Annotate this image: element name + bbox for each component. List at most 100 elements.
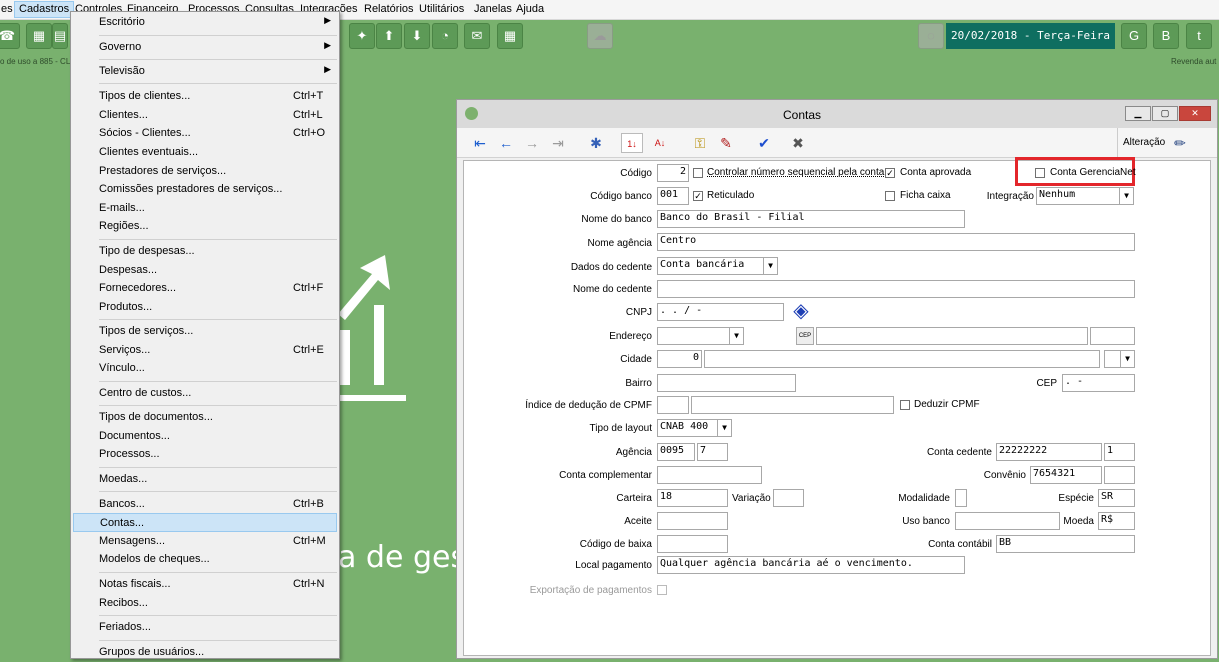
pie-chart-icon[interactable]: ◔ (432, 23, 458, 49)
exportacao-checkbox[interactable] (657, 585, 667, 595)
pencil-icon[interactable]: ✏ (1169, 133, 1191, 153)
menu-tipos-servicos[interactable]: Tipos de serviços... (71, 322, 339, 341)
chevron-down-icon[interactable]: ▼ (1119, 188, 1133, 204)
menu-item-utilitarios[interactable]: Utilitários (419, 3, 464, 15)
aceite-field[interactable] (657, 512, 728, 530)
cep-field[interactable]: . - (1062, 374, 1135, 392)
menu-servicos[interactable]: Serviços... Ctrl+E (71, 341, 339, 360)
menu-vinculo[interactable]: Vínculo... (71, 359, 339, 378)
menu-item-partial[interactable]: es (1, 3, 13, 15)
menu-item-ajuda[interactable]: Ajuda (516, 3, 544, 15)
cep-search-icon[interactable]: CEP (796, 327, 814, 345)
moeda-field[interactable]: R$ (1098, 512, 1135, 530)
endereco-field[interactable] (816, 327, 1088, 345)
chevron-down-icon[interactable]: ▼ (763, 258, 777, 274)
window-titlebar[interactable]: Contas ▁ ▢ ✕ (457, 100, 1217, 128)
piggy-bank-icon[interactable]: ✦ (349, 23, 375, 49)
money-out-icon[interactable]: ⬇ (404, 23, 430, 49)
controlar-checkbox[interactable] (693, 168, 703, 178)
nome-agencia-field[interactable]: Centro (657, 233, 1135, 251)
tipo-layout-select[interactable]: CNAB 400 ▼ (657, 419, 732, 437)
menu-regioes[interactable]: Regiões... (71, 217, 339, 236)
contacts-icon[interactable]: ☎ (0, 23, 20, 49)
cnpj-lookup-icon[interactable]: ◈ (789, 299, 813, 323)
agencia-field[interactable]: 0095 (657, 443, 695, 461)
codigo-field[interactable]: 2 (657, 164, 689, 182)
menu-despesas[interactable]: Despesas... (71, 261, 339, 280)
endereco-type-select[interactable]: ▼ (657, 327, 744, 345)
maximize-icon[interactable]: ▢ (1152, 106, 1178, 121)
calendar-icon[interactable]: ▤ (52, 23, 68, 49)
menu-tipo-despesas[interactable]: Tipo de despesas... (71, 242, 339, 261)
calculator2-icon[interactable]: ▦ (497, 23, 523, 49)
cidade-field[interactable] (704, 350, 1100, 368)
menu-clientes[interactable]: Clientes... Ctrl+L (71, 106, 339, 125)
indice-cpmf-field[interactable] (657, 396, 689, 414)
search-icon[interactable]: ✱ (585, 133, 607, 153)
previous-record-icon[interactable]: ← (495, 133, 517, 153)
cidade-code-field[interactable]: 0 (657, 350, 702, 368)
cancel-icon[interactable]: ✖ (787, 133, 809, 153)
codigo-baixa-field[interactable] (657, 535, 728, 553)
indice-cpmf-desc-field[interactable] (691, 396, 894, 414)
menu-prestadores[interactable]: Prestadores de serviços... (71, 162, 339, 181)
cloud-upload-icon[interactable]: ☁ (587, 23, 613, 49)
ficha-caixa-checkbox[interactable] (885, 191, 895, 201)
dados-cedente-select[interactable]: Conta bancária ▼ (657, 257, 778, 275)
nome-cedente-field[interactable] (657, 280, 1135, 298)
menu-governo[interactable]: Governo ▶ (71, 38, 339, 57)
confirm-icon[interactable]: ✔ (753, 133, 775, 153)
menu-tipos-documentos[interactable]: Tipos de documentos... (71, 408, 339, 427)
menu-processos[interactable]: Processos... (71, 445, 339, 464)
endereco-numero-field[interactable] (1090, 327, 1135, 345)
menu-contas[interactable]: Contas... (73, 513, 337, 532)
carteira-field[interactable]: 18 (657, 489, 728, 507)
menu-bancos[interactable]: Bancos... Ctrl+B (71, 495, 339, 514)
menu-item-cadastros[interactable]: Cadastros (14, 1, 75, 18)
bairro-field[interactable] (657, 374, 796, 392)
conta-complementar-field[interactable] (657, 466, 762, 484)
reticulado-checkbox[interactable]: ✓ (693, 191, 703, 201)
next-record-icon[interactable]: → (521, 133, 543, 153)
menu-centro-custos[interactable]: Centro de custos... (71, 384, 339, 403)
calculator-icon[interactable]: ▦ (26, 23, 52, 49)
chevron-down-icon[interactable]: ▼ (1120, 351, 1134, 367)
first-record-icon[interactable]: ⇤ (469, 133, 491, 153)
menu-emails[interactable]: E-mails... (71, 199, 339, 218)
menu-produtos[interactable]: Produtos... (71, 298, 339, 317)
chevron-down-icon[interactable]: ▼ (717, 420, 731, 436)
modalidade-field[interactable] (955, 489, 967, 507)
menu-moedas[interactable]: Moedas... (71, 470, 339, 489)
minimize-icon[interactable]: ▁ (1125, 106, 1151, 121)
keys-icon[interactable]: ⚿ (689, 133, 711, 153)
conta-contabil-field[interactable]: BB (996, 535, 1135, 553)
google-plus-icon[interactable]: G (1121, 23, 1147, 49)
convenio-field[interactable]: 7654321 (1030, 466, 1102, 484)
menu-notas-fiscais[interactable]: Notas fiscais... Ctrl+N (71, 575, 339, 594)
menu-escritorio[interactable]: Escritório ▶ (71, 13, 339, 32)
chevron-down-icon[interactable]: ▼ (729, 328, 743, 344)
local-pagamento-field[interactable]: Qualquer agência bancária aé o venciment… (657, 556, 965, 574)
twitter-icon[interactable]: t (1186, 23, 1212, 49)
uf-select[interactable]: ▼ (1104, 350, 1135, 368)
conta-aprovada-checkbox[interactable]: ✓ (885, 168, 895, 178)
menu-televisao[interactable]: Televisão ▶ (71, 62, 339, 81)
sort-numeric-icon[interactable]: 1↓ (621, 133, 643, 153)
sort-alpha-icon[interactable]: A↓ (649, 133, 671, 153)
report-icon[interactable]: ✎ (715, 133, 737, 153)
integracao-select[interactable]: Nenhum ▼ (1036, 187, 1134, 205)
deduzir-cpmf-checkbox[interactable] (900, 400, 910, 410)
codigo-banco-field[interactable]: 001 (657, 187, 689, 205)
cnpj-field[interactable]: . . / - (657, 303, 784, 321)
variacao-field[interactable] (773, 489, 804, 507)
menu-grupos-usuarios[interactable]: Grupos de usuários... (71, 643, 339, 662)
menu-clientes-eventuais[interactable]: Clientes eventuais... (71, 143, 339, 162)
menu-socios-clientes[interactable]: Sócios - Clientes... Ctrl+O (71, 124, 339, 143)
menu-feriados[interactable]: Feriados... (71, 618, 339, 637)
conta-cedente-field[interactable]: 22222222 (996, 443, 1102, 461)
agencia-dv-field[interactable]: 7 (697, 443, 728, 461)
last-record-icon[interactable]: ⇥ (547, 133, 569, 153)
menu-item-janelas[interactable]: Janelas (474, 3, 512, 15)
menu-modelos-cheques[interactable]: Modelos de cheques... (71, 550, 339, 569)
conta-cedente-dv-field[interactable]: 1 (1104, 443, 1135, 461)
